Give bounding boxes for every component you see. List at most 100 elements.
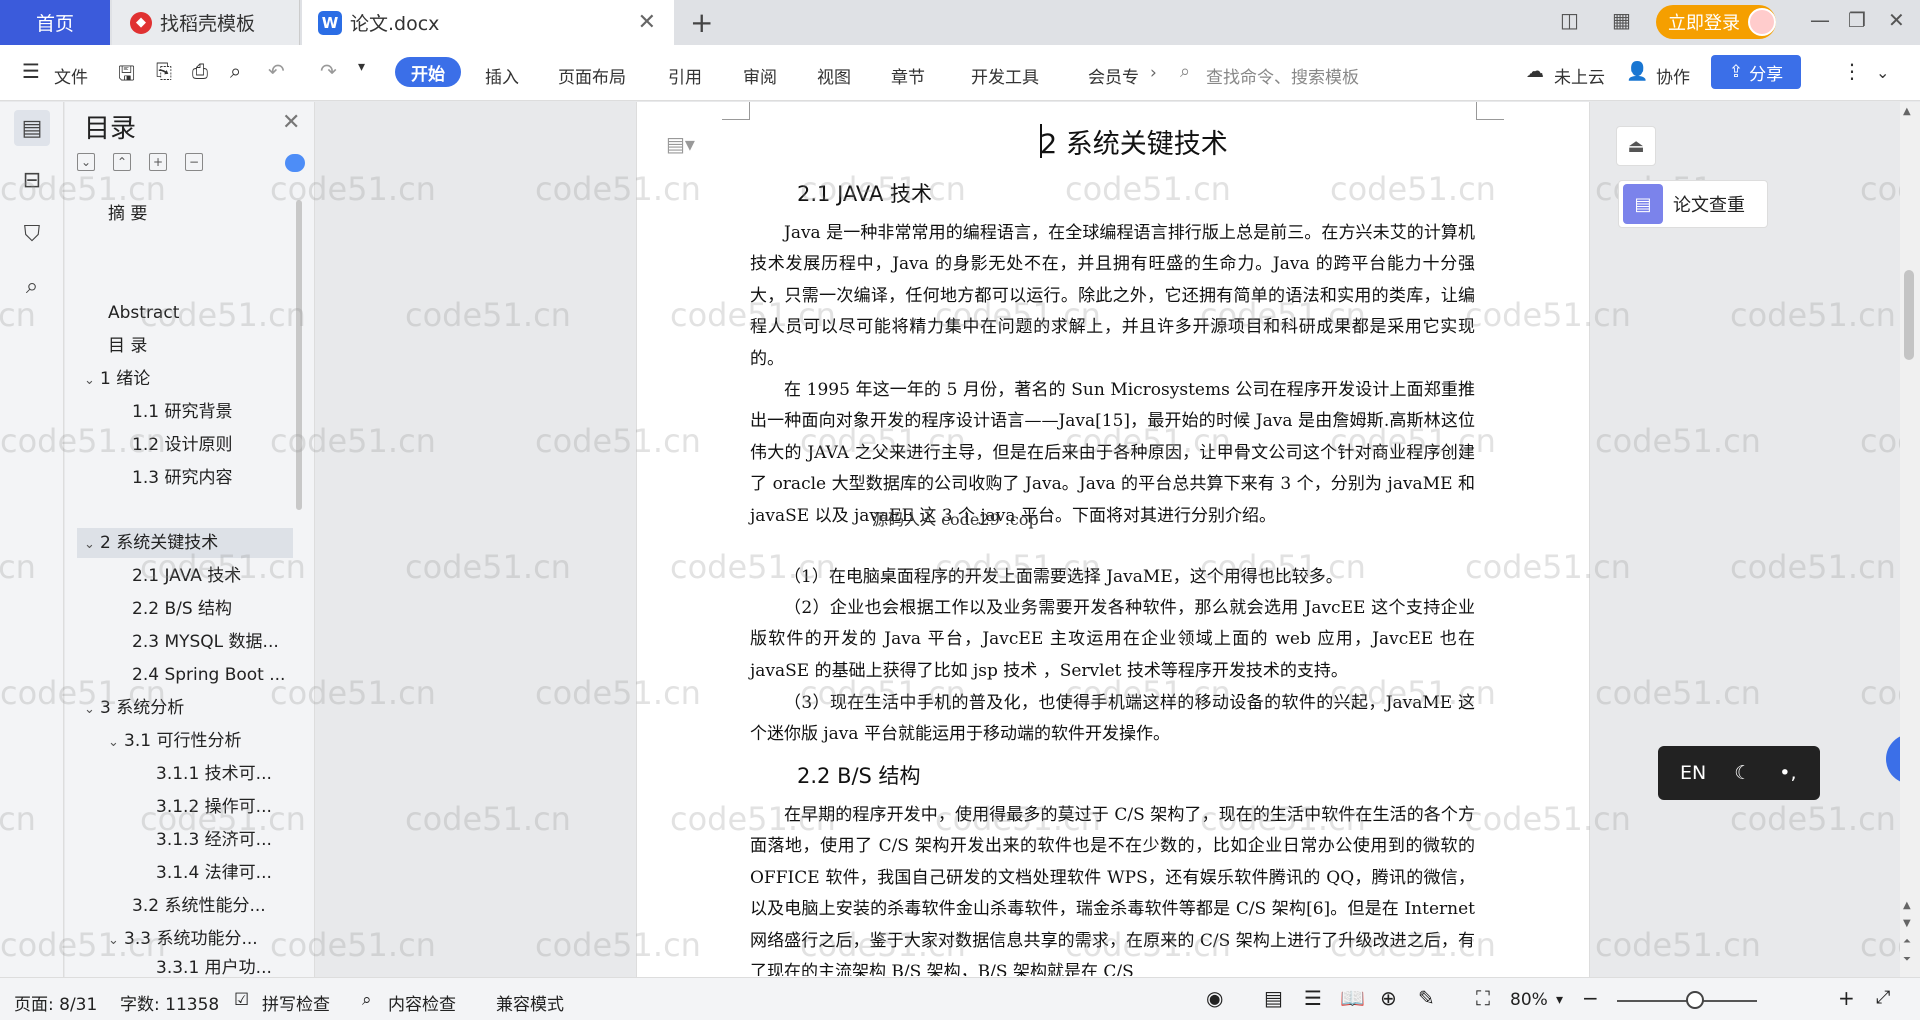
- page-view-icon[interactable]: ▤: [1264, 986, 1283, 1010]
- tab-page-layout[interactable]: 页面布局: [558, 63, 626, 88]
- tab-developer[interactable]: 开发工具: [971, 63, 1039, 88]
- zoom-level[interactable]: 80%: [1510, 990, 1548, 1010]
- tab-insert[interactable]: 插入: [485, 63, 519, 88]
- toc-item[interactable]: 1.3 研究内容: [132, 463, 232, 493]
- scroll-up-icon[interactable]: ▲: [1903, 106, 1911, 117]
- paper-check-button[interactable]: ▤ 论文查重: [1618, 180, 1768, 228]
- tab-chapter[interactable]: 章节: [891, 63, 925, 88]
- scroll-down-icon[interactable]: ⏷: [1903, 954, 1911, 965]
- tab-templates[interactable]: ◆ 找稻壳模板: [112, 0, 300, 45]
- toc-item[interactable]: ⌄ 1 绪论: [84, 364, 150, 394]
- page-indicator[interactable]: 页面: 8/31: [14, 990, 97, 1015]
- vertical-scrollbar[interactable]: [1900, 102, 1920, 977]
- chevron-down-icon[interactable]: ⌄: [84, 530, 100, 560]
- eye-protection-icon[interactable]: ◉: [1206, 986, 1223, 1010]
- toc-item[interactable]: 1.2 设计原则: [132, 430, 232, 460]
- close-icon[interactable]: ✕: [282, 110, 300, 135]
- more-dropdown-icon[interactable]: ▾: [358, 59, 365, 75]
- ribbon-more-icon[interactable]: ›: [1150, 63, 1157, 83]
- redo-icon[interactable]: ↷: [320, 59, 337, 83]
- word-count[interactable]: 字数: 11358: [120, 990, 219, 1015]
- reading-view-icon[interactable]: 📖: [1340, 986, 1365, 1010]
- toc-item[interactable]: 2.4 Spring Boot ...: [132, 660, 285, 690]
- content-check-button[interactable]: 内容检查: [388, 990, 456, 1015]
- zoom-slider-handle[interactable]: [1686, 991, 1704, 1009]
- spell-check-button[interactable]: 拼写检查: [262, 990, 330, 1015]
- navigation-icon[interactable]: ⊟: [14, 162, 50, 198]
- tab-member[interactable]: 会员专: [1088, 63, 1139, 88]
- toc-item[interactable]: Abstract: [108, 298, 179, 328]
- tab-home[interactable]: 首页: [0, 0, 110, 45]
- fullscreen-icon[interactable]: ⤢: [1876, 987, 1890, 1008]
- find-icon[interactable]: ⌕: [14, 268, 50, 304]
- zoom-in-icon[interactable]: +: [1838, 986, 1855, 1010]
- print-icon[interactable]: ⎙: [192, 59, 208, 83]
- command-search-input[interactable]: 查找命令、搜索模板: [1206, 63, 1359, 88]
- close-window-icon[interactable]: ✕: [1888, 8, 1905, 32]
- minimize-icon[interactable]: —: [1810, 8, 1830, 32]
- toc-item[interactable]: 摘 要: [108, 199, 147, 229]
- print-preview-icon[interactable]: ⌕: [230, 59, 241, 83]
- search-icon[interactable]: ⌕: [1180, 61, 1190, 82]
- chevron-down-icon[interactable]: ⌄: [108, 926, 124, 956]
- new-tab-icon[interactable]: +: [690, 6, 713, 39]
- undo-icon[interactable]: ↶: [268, 59, 285, 83]
- zoom-dropdown-icon[interactable]: ▾: [1556, 992, 1563, 1008]
- tab-view[interactable]: 视图: [817, 63, 851, 88]
- remove-heading-icon[interactable]: −: [185, 153, 203, 171]
- toc-scrollbar[interactable]: [296, 200, 302, 510]
- toc-panel-icon[interactable]: ▤: [14, 110, 50, 146]
- input-method-indicator[interactable]: EN ☾ •,: [1658, 746, 1820, 800]
- toc-item[interactable]: ⌄ 3.1 可行性分析: [108, 726, 241, 756]
- menu-icon[interactable]: ☰: [22, 59, 40, 83]
- collapse-panel-icon[interactable]: ⏏: [1616, 126, 1656, 166]
- toc-item[interactable]: 3.2 系统性能分...: [132, 891, 266, 921]
- close-tab-icon[interactable]: ✕: [638, 10, 656, 35]
- scroll-up-icon[interactable]: ▲: [1903, 900, 1911, 911]
- scroll-down-icon[interactable]: ▼: [1903, 918, 1911, 929]
- expand-all-icon[interactable]: ⌃: [113, 153, 131, 171]
- cloud-status[interactable]: 未上云: [1554, 63, 1605, 88]
- add-heading-icon[interactable]: +: [149, 153, 167, 171]
- toc-item[interactable]: ⌄ 3 系统分析: [84, 693, 184, 723]
- save-icon[interactable]: 🖫: [118, 59, 135, 93]
- toc-item[interactable]: 3.1.2 操作可...: [156, 792, 272, 822]
- tab-references[interactable]: 引用: [668, 63, 702, 88]
- scroll-up-icon[interactable]: ⏶: [1903, 936, 1911, 947]
- web-view-icon[interactable]: ⊕: [1380, 986, 1397, 1010]
- fit-page-icon[interactable]: ⛶: [1476, 986, 1490, 1010]
- outline-view-icon[interactable]: ☰: [1304, 986, 1322, 1010]
- toc-item[interactable]: 3.1.4 法律可...: [156, 858, 272, 888]
- toc-item[interactable]: 3.1.3 经济可...: [156, 825, 272, 855]
- more-options-icon[interactable]: ⋮: [1842, 59, 1862, 83]
- pen-icon[interactable]: ✎: [1418, 986, 1435, 1010]
- export-pdf-icon[interactable]: ⎘: [156, 59, 172, 83]
- ai-assistant-icon[interactable]: [285, 154, 305, 172]
- share-button[interactable]: ⇪ 分享: [1711, 55, 1801, 89]
- collapse-all-icon[interactable]: ⌄: [77, 153, 95, 171]
- apps-grid-icon[interactable]: ▦: [1612, 8, 1631, 32]
- toc-item[interactable]: ⌄ 3.3 系统功能分...: [108, 924, 258, 954]
- toc-item[interactable]: 2.1 JAVA 技术: [132, 561, 241, 591]
- toc-item-selected[interactable]: ⌄ 2 系统关键技术: [77, 528, 293, 558]
- zoom-out-icon[interactable]: −: [1582, 986, 1599, 1010]
- login-button[interactable]: 立即登录: [1656, 5, 1776, 39]
- toc-item[interactable]: 目 录: [108, 331, 147, 361]
- bookmark-icon[interactable]: ⛉: [14, 216, 50, 252]
- toc-item[interactable]: 3.1.1 技术可...: [156, 759, 272, 789]
- chevron-down-icon[interactable]: ⌄: [108, 728, 124, 758]
- tab-review[interactable]: 审阅: [743, 63, 777, 88]
- chevron-down-icon[interactable]: ⌄: [84, 366, 100, 396]
- tab-start[interactable]: 开始: [395, 57, 461, 87]
- toc-item[interactable]: 3.3.1 用户功...: [156, 957, 272, 977]
- toc-item[interactable]: 1.1 研究背景: [132, 397, 232, 427]
- restore-icon[interactable]: ❐: [1848, 8, 1866, 32]
- file-menu[interactable]: 文件: [54, 63, 88, 88]
- chevron-down-icon[interactable]: ⌄: [84, 695, 100, 725]
- collapse-ribbon-icon[interactable]: ⌄: [1876, 63, 1889, 82]
- layout-icon[interactable]: ◫: [1560, 8, 1579, 32]
- tab-document[interactable]: W 论文.docx ✕: [302, 0, 674, 45]
- page-format-icon[interactable]: ▤▾: [666, 132, 695, 156]
- scrollbar-thumb[interactable]: [1904, 270, 1914, 360]
- toc-item[interactable]: 2.2 B/S 结构: [132, 594, 232, 624]
